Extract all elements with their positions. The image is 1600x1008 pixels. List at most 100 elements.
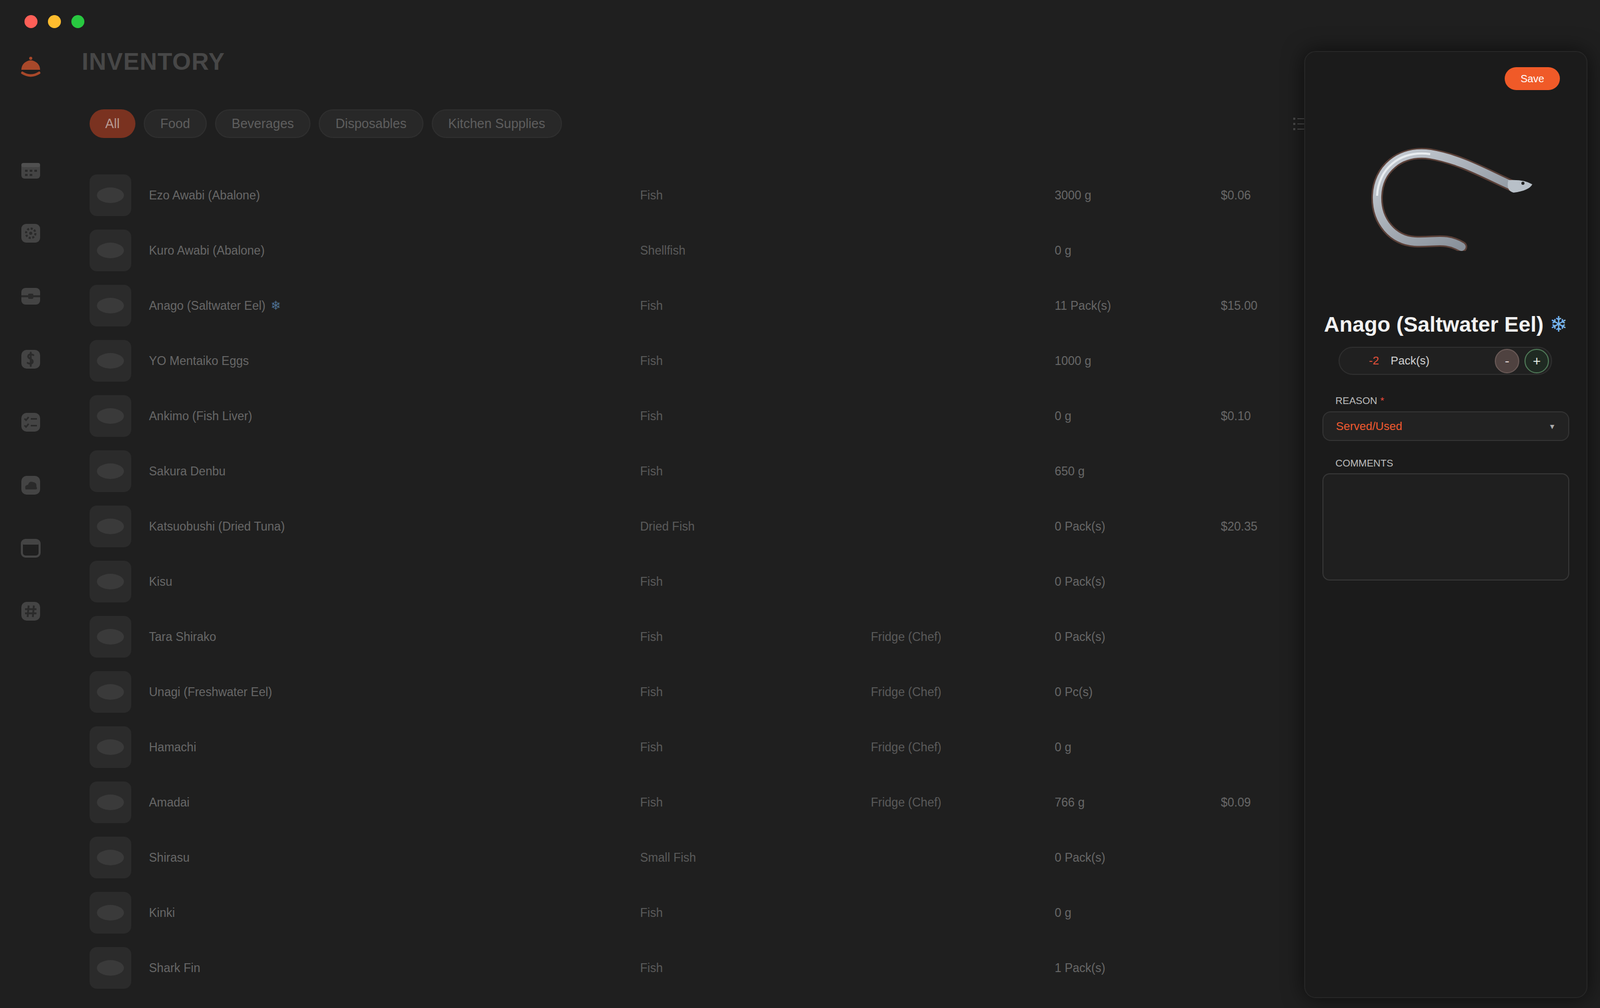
item-name: Unagi (Freshwater Eel): [148, 685, 272, 700]
save-button[interactable]: Save: [1504, 67, 1560, 91]
close-button[interactable]: [24, 15, 38, 29]
table-row[interactable]: ShirasuSmall Fish0 Pack(s): [89, 830, 1305, 886]
item-name: Kinki: [148, 906, 175, 921]
filter-tab[interactable]: Food: [143, 109, 207, 139]
item-thumbnail: [89, 726, 132, 769]
table-row[interactable]: Unagi (Freshwater Eel) FishFridge (Chef)0…: [89, 664, 1305, 720]
item-thumbnail: [89, 450, 132, 493]
item-price: $15.00: [1220, 298, 1305, 314]
eel-image: [1322, 138, 1570, 252]
quantity-stepper[interactable]: -2 Pack(s)-+: [1338, 346, 1553, 375]
table-row[interactable]: Hamachi FishFridge (Chef)0 g: [89, 719, 1305, 775]
item-name: Kuro Awabi (Abalone): [148, 243, 265, 258]
quantity-unit: Pack(s): [1390, 354, 1490, 368]
item-category: Fish: [640, 354, 871, 369]
item-price: $0.09: [1220, 795, 1305, 810]
filter-tab[interactable]: Beverages: [215, 109, 311, 139]
item-category: Fish: [640, 906, 871, 921]
item-name: Ezo Awabi (Abalone): [148, 188, 260, 203]
sidebar: [0, 42, 62, 1008]
item-name: Ankimo (Fish Liver): [148, 409, 253, 424]
item-name: Anago (Saltwater Eel): [148, 298, 266, 314]
item-thumbnail: [89, 616, 132, 658]
item-quantity: 0 g: [1054, 243, 1221, 258]
checklist-icon[interactable]: [18, 409, 44, 435]
item-category: Fish: [640, 409, 871, 424]
table-row[interactable]: Ankimo (Fish Liver)Fish0 g$0.10: [89, 388, 1305, 444]
item-name: Katsuobushi (Dried Tuna): [148, 519, 285, 534]
item-location: Fridge (Chef): [870, 685, 1055, 700]
adjust-stock-panel: SaveAnago (Saltwater Eel)❄-2Pack(s)-+REA…: [1304, 51, 1588, 999]
quantity-value[interactable]: -2: [1362, 354, 1386, 368]
table-row[interactable]: Tara ShirakoFishFridge (Chef)0 Pack(s): [89, 609, 1305, 665]
settings-icon[interactable]: [18, 220, 44, 246]
item-quantity: 1 Pack(s): [1054, 961, 1221, 976]
table-row[interactable]: AmadaiFishFridge (Chef)766 g$0.09: [89, 775, 1305, 831]
item-quantity: 766 g: [1054, 795, 1221, 810]
item-category: Shellfish: [640, 243, 871, 258]
reason-dropdown[interactable]: Served/Used▼: [1322, 411, 1570, 442]
item-name: Hamachi: [148, 740, 197, 755]
table-row[interactable]: KisuFish0 Pack(s): [89, 554, 1305, 610]
calendar-icon[interactable]: [18, 157, 44, 183]
inventory-icon[interactable]: [18, 283, 44, 309]
item-category: Fish: [640, 795, 871, 810]
filter-tab[interactable]: Disposables: [318, 109, 423, 139]
item-thumbnail: [89, 892, 132, 934]
item-quantity: 0 Pack(s): [1054, 575, 1221, 590]
item-quantity: 11 Pack(s): [1054, 298, 1221, 314]
filter-tab[interactable]: Kitchen Supplies: [431, 109, 562, 139]
item-thumbnail: [89, 560, 132, 603]
item-thumbnail: [89, 505, 132, 548]
item-thumbnail: [89, 174, 132, 217]
item-location: Fridge (Chef): [870, 630, 1055, 645]
item-quantity: 1000 g: [1054, 354, 1221, 369]
item-category: Fish: [640, 575, 871, 590]
page-title: INVENTORY: [81, 46, 1305, 77]
dollar-icon[interactable]: [18, 346, 44, 372]
table-row[interactable]: Sakura DenbuFish650 g: [89, 443, 1305, 499]
table-row[interactable]: Ezo Awabi (Abalone)Fish3000 g$0.06: [89, 167, 1305, 223]
item-name: Sakura Denbu: [148, 464, 226, 479]
item-thumbnail: [89, 781, 132, 824]
dropdown-caret-icon: ▼: [1548, 422, 1556, 431]
table-row[interactable]: Kinki Fish 0 g: [89, 885, 1305, 941]
cloud-icon[interactable]: [18, 472, 44, 498]
item-quantity: 0 g: [1054, 740, 1221, 755]
reason-label: REASON*: [1335, 394, 1570, 408]
item-name: Shirasu: [148, 851, 190, 866]
decrement-button[interactable]: -: [1494, 348, 1520, 374]
table-row[interactable]: Shark Fin Fish 1 Pack(s): [89, 940, 1305, 996]
item-name: YO Mentaiko Eggs: [148, 354, 249, 369]
item-location: Fridge (Chef): [870, 740, 1055, 755]
item-quantity: 0 Pc(s): [1054, 685, 1221, 700]
filter-tabs: AllFood BeveragesDisposables Kitchen Suppl…: [89, 109, 562, 139]
logo-icon[interactable]: [18, 54, 44, 80]
minimize-button[interactable]: [47, 15, 61, 29]
item-location: Fridge (Chef): [870, 795, 1055, 810]
item-category: Fish: [640, 740, 871, 755]
item-category: Fish: [640, 685, 871, 700]
item-quantity: 650 g: [1054, 464, 1221, 479]
title-bar: [0, 0, 1600, 43]
table-row[interactable]: YO Mentaiko Eggs Fish 1000 g: [89, 333, 1305, 389]
item-category: Fish: [640, 961, 871, 976]
comments-field[interactable]: [1322, 473, 1570, 581]
window-icon[interactable]: [18, 535, 44, 561]
table-row[interactable]: Kuro Awabi (Abalone) Shellfish 0 g: [89, 222, 1305, 279]
item-category: Dried Fish: [640, 519, 871, 534]
item-thumbnail: [89, 947, 132, 990]
item-name: Shark Fin: [148, 961, 200, 976]
item-thumbnail: [89, 284, 132, 327]
item-thumbnail: [89, 340, 132, 382]
item-thumbnail: [89, 671, 132, 714]
increment-button[interactable]: +: [1524, 348, 1549, 374]
table-row[interactable]: Katsuobushi (Dried Tuna) Dried Fish 0 Pack…: [89, 498, 1305, 555]
comments-label: COMMENTS: [1335, 457, 1570, 470]
table-row[interactable]: Anago (Saltwater Eel)❄Fish11 Pack(s)$15.…: [89, 278, 1305, 334]
zoom-button[interactable]: [71, 15, 85, 29]
item-quantity: 0 Pack(s): [1054, 519, 1221, 534]
filter-tab[interactable]: All: [89, 109, 136, 139]
item-quantity: 0 g: [1054, 906, 1221, 921]
hashtag-icon[interactable]: [18, 598, 44, 624]
